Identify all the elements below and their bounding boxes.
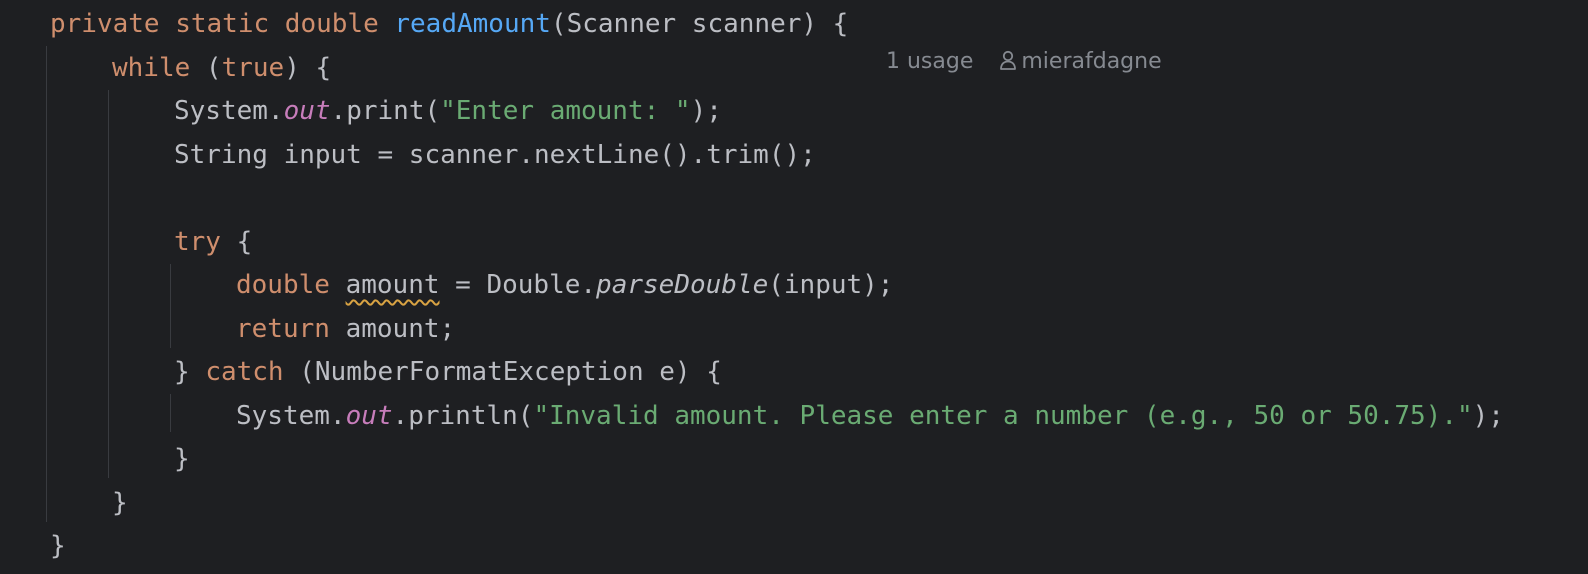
code-line[interactable]: System.out.println("Invalid amount. Plea… — [236, 397, 1504, 435]
code-token: ); — [1472, 400, 1504, 431]
person-icon — [999, 46, 1017, 70]
code-token: double — [236, 270, 346, 300]
code-token: while — [112, 52, 206, 83]
code-token: out — [345, 400, 393, 431]
indent-guide — [46, 46, 47, 522]
code-token: (NumberFormatException e) { — [299, 357, 722, 387]
code-token: System. — [236, 400, 346, 431]
code-token: out — [283, 96, 331, 126]
usages-hint[interactable]: 1 usage — [886, 43, 973, 81]
code-line[interactable]: try { — [174, 223, 252, 261]
code-token: catch — [205, 357, 300, 387]
code-line[interactable]: String input = scanner.nextLine().trim()… — [174, 136, 816, 174]
code-line[interactable]: System.out.print("Enter amount: "); — [174, 92, 722, 130]
code-token: amount; — [345, 313, 456, 344]
code-token: } — [174, 444, 190, 474]
code-token: return — [236, 313, 346, 344]
code-token: .println( — [392, 400, 534, 431]
code-line[interactable]: } — [174, 440, 190, 478]
indent-guide — [108, 90, 109, 478]
code-token: amount — [345, 270, 440, 300]
code-line[interactable]: } — [112, 484, 128, 522]
indent-guide — [170, 394, 171, 432]
code-token: true — [221, 52, 285, 83]
code-line[interactable]: return amount; — [236, 310, 455, 348]
code-token: "Enter amount: " — [440, 96, 691, 126]
code-editor[interactable]: private static double readAmount(Scanner… — [0, 0, 1588, 574]
indent-guide — [170, 264, 171, 348]
code-token: try — [174, 226, 237, 257]
code-token: parseDouble — [596, 270, 769, 300]
code-token: .print( — [330, 96, 441, 126]
code-token: ); — [690, 96, 722, 126]
code-token: (Scanner scanner) { — [550, 9, 849, 39]
code-token: = Double. — [439, 270, 597, 300]
code-token: String input = scanner.nextLine().trim()… — [174, 139, 816, 170]
code-token: ( — [205, 52, 222, 83]
code-token: "Invalid amount. Please enter a number (… — [533, 400, 1473, 431]
code-line[interactable]: } catch (NumberFormatException e) { — [174, 353, 722, 391]
code-token: readAmount — [394, 9, 551, 39]
code-token: (input); — [768, 270, 894, 300]
code-token: ) { — [284, 52, 332, 83]
code-token: { — [236, 226, 253, 257]
code-line[interactable]: } — [50, 527, 66, 565]
code-line[interactable]: while (true) { — [112, 49, 331, 87]
author-hint[interactable]: mierafdagne — [1021, 43, 1161, 81]
inlay-hints: 1 usage mierafdagne — [858, 5, 1162, 74]
code-line[interactable]: private static double readAmount(Scanner… — [50, 5, 848, 43]
code-token: } — [174, 357, 206, 387]
code-token: System. — [174, 96, 284, 126]
code-token: } — [50, 531, 66, 561]
code-line[interactable]: double amount = Double.parseDouble(input… — [236, 266, 893, 304]
code-token: private static double — [50, 9, 395, 39]
code-token: } — [112, 487, 128, 518]
